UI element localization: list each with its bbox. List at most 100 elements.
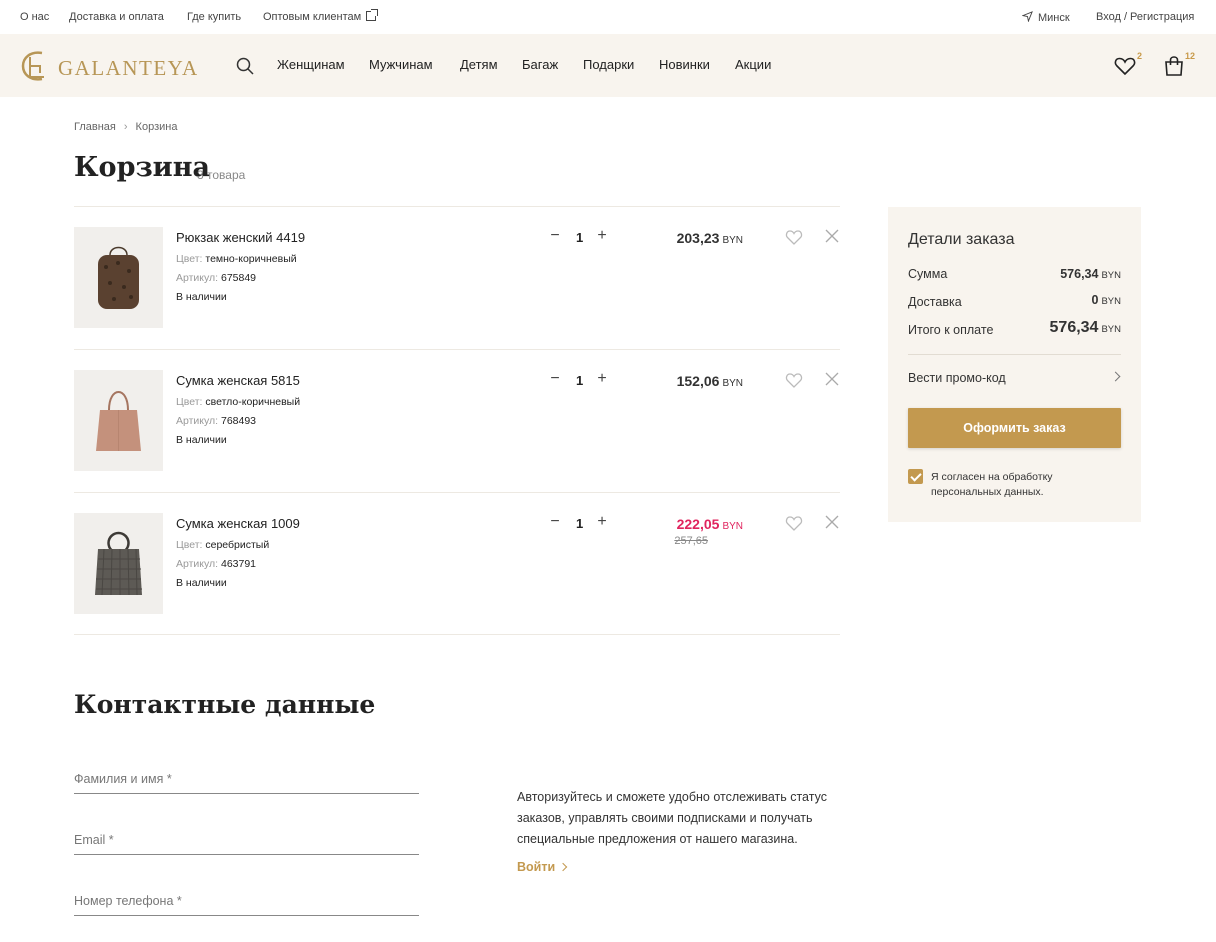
nav-luggage[interactable]: Багаж [522, 57, 558, 72]
currency: BYN [1101, 296, 1121, 307]
agree-label: Я согласен на обработку персональных дан… [931, 471, 1053, 498]
name-field [74, 770, 419, 794]
qty-decrease-button[interactable]: − [548, 227, 562, 245]
remove-item-close-icon[interactable] [825, 372, 839, 386]
article-label: Артикул: [176, 558, 219, 570]
divider [74, 349, 840, 350]
logo-text[interactable]: GALANTEYA [58, 56, 199, 81]
tote-bag-image [96, 391, 141, 451]
product-article: Артикул: 463791 [176, 558, 256, 570]
nav-gifts[interactable]: Подарки [583, 57, 634, 72]
delivery-amount: 0 [1091, 293, 1099, 307]
article-value: 463791 [220, 558, 257, 570]
qty-increase-button[interactable]: + [595, 227, 609, 245]
color-value: серебристый [205, 539, 270, 551]
color-label: Цвет: [176, 396, 203, 408]
qty-decrease-button[interactable]: − [548, 370, 562, 388]
article-value: 768493 [220, 415, 257, 427]
delivery-label: Доставка [908, 295, 962, 309]
backpack-image [98, 246, 139, 309]
order-summary-panel: Детали заказа Сумма 576,34 BYN Доставка 0… [888, 207, 1141, 522]
panel-divider [908, 354, 1121, 355]
search-icon[interactable] [236, 57, 254, 75]
order-summary-title: Детали заказа [908, 231, 1015, 248]
qty-increase-button[interactable]: + [595, 513, 609, 531]
nav-men[interactable]: Мужчинам [369, 57, 433, 72]
sum-label: Сумма [908, 267, 948, 281]
price-value: 152,06 [676, 373, 720, 389]
currency: BYN [1101, 270, 1121, 281]
qty-decrease-button[interactable]: − [548, 513, 562, 531]
logo-monogram-icon[interactable] [20, 49, 48, 83]
qty-value: 1 [576, 230, 584, 245]
product-name[interactable]: Сумка женская 5815 [176, 373, 300, 388]
page-title: Корзина [74, 152, 210, 183]
auth-info-text: Авторизуйтесь и сможете удобно отслежива… [517, 790, 827, 846]
product-stock: В наличии [176, 434, 227, 446]
product-article: Артикул: 768493 [176, 415, 256, 427]
email-input[interactable] [74, 833, 419, 847]
sum-value: 576,34 BYN [1060, 267, 1121, 281]
add-to-wishlist-heart-icon[interactable] [785, 372, 803, 388]
chevron-right-icon[interactable] [1110, 371, 1121, 382]
breadcrumb-current: Корзина [135, 121, 178, 133]
wishlist-heart-icon[interactable] [1113, 54, 1137, 78]
agree-checkbox[interactable] [908, 469, 923, 484]
wholesale-link[interactable]: Оптовым клиентам [263, 9, 379, 23]
items-count: 3 товара [197, 168, 246, 182]
login-register-link[interactable]: Вход / Регистрация [1096, 11, 1194, 23]
breadcrumb-home[interactable]: Главная [74, 121, 116, 133]
color-value: темно-коричневый [205, 253, 297, 265]
add-to-wishlist-heart-icon[interactable] [785, 515, 803, 531]
product-color: Цвет: темно-коричневый [176, 253, 297, 265]
phone-input[interactable] [74, 894, 419, 908]
qty-increase-button[interactable]: + [595, 370, 609, 388]
name-input[interactable] [74, 772, 419, 786]
article-value: 675849 [220, 272, 257, 284]
where-buy-link[interactable]: Где купить [187, 11, 241, 23]
product-image-ring-handle-bag[interactable] [74, 513, 163, 614]
checkout-button[interactable]: Оформить заказ [908, 408, 1121, 448]
nav-new[interactable]: Новинки [659, 57, 710, 72]
add-to-wishlist-heart-icon[interactable] [785, 229, 803, 245]
wholesale-label: Оптовым клиентам [263, 11, 362, 23]
currency: BYN [722, 521, 743, 532]
color-label: Цвет: [176, 253, 203, 265]
color-value: светло-коричневый [205, 396, 301, 408]
cart-bag-icon[interactable] [1162, 54, 1186, 78]
product-name[interactable]: Рюкзак женский 4419 [176, 230, 305, 245]
delivery-link[interactable]: Доставка и оплата [69, 11, 164, 23]
external-link-icon [366, 9, 379, 21]
product-image-tote-bag[interactable] [74, 370, 163, 471]
article-label: Артикул: [176, 272, 219, 284]
location-arrow-icon [1021, 11, 1033, 23]
city-selector[interactable]: Минск [1021, 11, 1070, 24]
remove-item-close-icon[interactable] [825, 229, 839, 243]
breadcrumb-separator-icon: › [123, 121, 128, 133]
nav-sale[interactable]: Акции [735, 57, 771, 72]
remove-item-close-icon[interactable] [825, 515, 839, 529]
product-image-backpack[interactable] [74, 227, 163, 328]
contacts-title: Контактные данные [74, 690, 376, 719]
product-article: Артикул: 675849 [176, 272, 256, 284]
product-sale-price: 222,05 BYN [677, 516, 743, 532]
email-field [74, 831, 419, 855]
currency: BYN [1101, 324, 1121, 335]
total-value: 576,34 BYN [1050, 319, 1121, 337]
price-value: 203,23 [676, 230, 720, 246]
nav-women[interactable]: Женщинам [277, 57, 345, 72]
about-link[interactable]: О нас [20, 11, 49, 23]
breadcrumb: Главная › Корзина [74, 121, 177, 133]
promo-code-toggle[interactable]: Вести промо-код [908, 371, 1006, 385]
currency: BYN [722, 378, 743, 389]
product-stock: В наличии [176, 577, 227, 589]
delivery-value: 0 BYN [1092, 293, 1122, 307]
sum-amount: 576,34 [1060, 267, 1099, 281]
product-color: Цвет: светло-коричневый [176, 396, 300, 408]
product-stock: В наличии [176, 291, 227, 303]
nav-kids[interactable]: Детям [460, 57, 498, 72]
top-bar: О нас Доставка и оплата Где купить Оптов… [0, 0, 1216, 34]
login-link[interactable]: Войти [517, 860, 568, 874]
product-name[interactable]: Сумка женская 1009 [176, 516, 300, 531]
article-label: Артикул: [176, 415, 219, 427]
